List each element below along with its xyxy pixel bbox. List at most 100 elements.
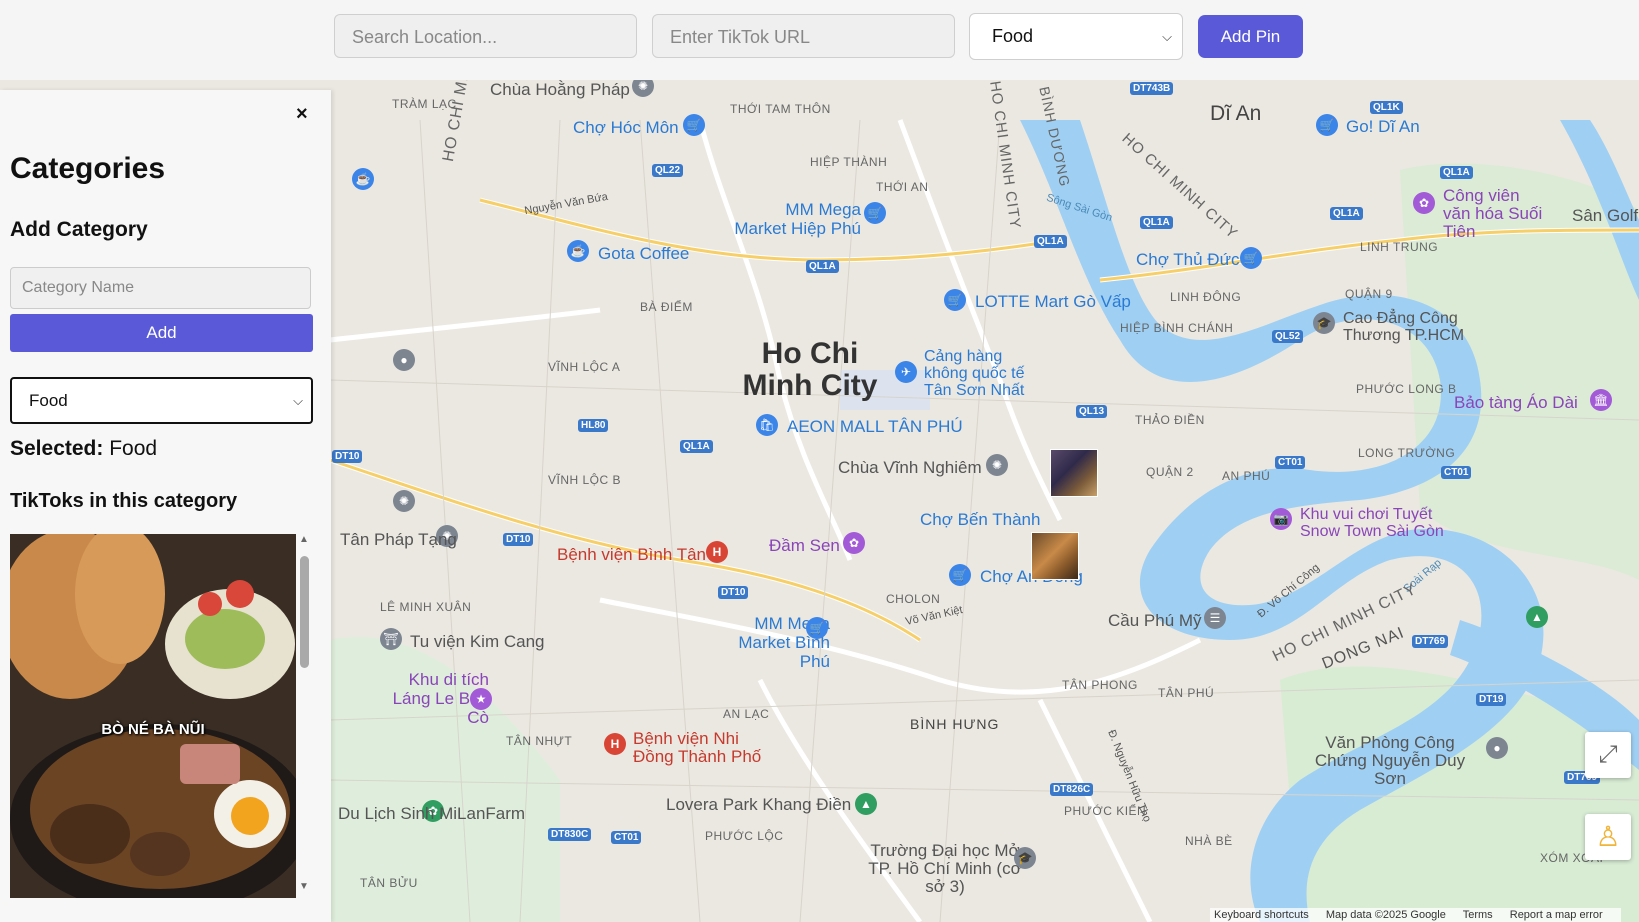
shopping-cart-icon[interactable]: 🛒 (1240, 247, 1262, 269)
search-location-input[interactable]: Search Location... (334, 14, 637, 58)
poi-label: Chợ Bến Thành (920, 510, 1041, 529)
selected-category: Selected: Food (10, 437, 157, 461)
road-shield: QL1A (1034, 235, 1067, 248)
poi-label: Cao Đẳng Công Thương TP.HCM (1343, 310, 1465, 344)
report-error-link[interactable]: Report a map error (1510, 909, 1603, 921)
tiktok-pin-thumbnail[interactable] (1050, 449, 1098, 497)
district-label: VĨNH LỘC A (548, 360, 621, 374)
fullscreen-toggle-icon[interactable]: ⤢ (1585, 732, 1631, 778)
district-label: NHÀ BÈ (1185, 834, 1233, 848)
park-icon[interactable]: ▲ (1526, 606, 1548, 628)
school-icon[interactable]: 🎓 (1014, 847, 1036, 869)
pegman-streetview-icon[interactable]: ♙ (1585, 814, 1631, 860)
shopping-cart-icon[interactable]: 🛒 (864, 202, 886, 224)
amusement-park-icon[interactable]: ✿ (1413, 192, 1435, 214)
poi-label: Khu vui chơi Tuyết Snow Town Sài Gòn (1300, 506, 1444, 540)
district-label: BÀ ĐIỂM (640, 300, 693, 314)
hospital-icon[interactable]: H (604, 733, 626, 755)
category-select-value: Food (29, 391, 68, 410)
shopping-cart-icon[interactable]: 🛒 (1316, 114, 1338, 136)
amusement-park-icon[interactable]: ✿ (843, 532, 865, 554)
district-label: TRÀM LẠC (392, 97, 457, 111)
road-shield: DT769 (1412, 635, 1449, 648)
poi-label: Sân Golf (1572, 206, 1639, 225)
poi-label: Gota Coffee (598, 244, 690, 263)
district-label: QUẬN 2 (1146, 465, 1194, 479)
school-icon[interactable]: 🎓 (1313, 312, 1335, 334)
shopping-cart-icon[interactable]: 🛒 (806, 617, 828, 639)
poi-label: Trường Đại học Mở TP. Hồ Chí Minh (cơ sở… (868, 841, 1022, 896)
district-label: TÂN PHÚ (1158, 686, 1215, 700)
monument-icon[interactable]: ★ (470, 688, 492, 710)
poi-label: Bệnh viện Bình Tân (557, 545, 707, 564)
tiktok-pin-thumbnail[interactable] (1031, 532, 1079, 580)
tiktok-video-card[interactable]: BÒ NÉ BÀ NŨI (10, 534, 296, 898)
district-label: QUẬN 9 (1345, 287, 1393, 301)
district-label: HIỆP BÌNH CHÁNH (1120, 321, 1234, 335)
add-category-button[interactable]: Add (10, 314, 313, 352)
poi-label: LOTTE Mart Gò Vấp (975, 292, 1131, 311)
category-name-input[interactable]: Category Name (10, 267, 311, 309)
road-shield: DT743B (1130, 82, 1174, 95)
district-label: VĨNH LỘC B (548, 473, 622, 487)
road-shield: HL80 (578, 419, 609, 432)
tiktok-video-frame (10, 534, 296, 898)
chevron-down-icon: ⌵ (293, 393, 303, 408)
poi-label: Du Lịch Sinh MiLanFarm (338, 804, 526, 823)
poi-label: MM Mega Market Hiệp Phú (734, 200, 861, 238)
park-icon[interactable]: ▲ (855, 793, 877, 815)
district-label: TÂN BỬU (360, 876, 418, 890)
tiktoks-heading: TikToks in this category (10, 490, 238, 512)
coffee-icon[interactable]: ☕ (352, 168, 374, 190)
add-category-heading: Add Category (10, 218, 148, 241)
keyboard-shortcuts-link[interactable]: Keyboard shortcuts (1214, 909, 1309, 921)
shopping-cart-icon[interactable]: 🛒 (949, 564, 971, 586)
hospital-icon[interactable]: H (706, 541, 728, 563)
poi-label: Chùa Vĩnh Nghiêm (838, 458, 982, 477)
road-shield: QL1A (1330, 207, 1363, 220)
place-icon[interactable]: ● (393, 349, 415, 371)
shopping-bag-icon[interactable]: 🛍 (756, 414, 778, 436)
bridge-icon[interactable]: ☰ (1204, 607, 1226, 629)
poi-label: Đầm Sen (769, 536, 840, 555)
poi-label: Lovera Park Khang Điền (666, 795, 852, 814)
categories-sidebar: × Categories Add Category Category Name … (0, 90, 331, 922)
scroll-up-arrow-icon[interactable]: ▲ (299, 534, 309, 545)
museum-icon[interactable]: 🏛 (1590, 389, 1612, 411)
poi-label: Văn Phòng Công Chứng Nguyễn Duy Sơn (1314, 733, 1466, 788)
terms-link[interactable]: Terms (1463, 909, 1493, 921)
district-label: CHOLON (886, 592, 941, 606)
scroll-down-arrow-icon[interactable]: ▼ (299, 881, 309, 892)
road-shield: DT10 (718, 586, 749, 599)
coffee-icon[interactable]: ☕ (567, 240, 589, 262)
district-label: THỚI TAM THÔN (730, 102, 831, 116)
road-shield: QL22 (652, 164, 684, 177)
shopping-cart-icon[interactable]: 🛒 (683, 114, 705, 136)
road-shield: DT10 (332, 450, 363, 463)
road-shield: DT826C (1050, 783, 1094, 796)
shopping-cart-icon[interactable]: 🛒 (944, 289, 966, 311)
selected-label: Selected: (10, 437, 104, 460)
scrollbar-thumb[interactable] (300, 556, 309, 668)
sidebar-title: Categories (10, 152, 166, 185)
pin-category-select[interactable]: Food ⌵ (969, 13, 1183, 60)
add-pin-button[interactable]: Add Pin (1198, 15, 1303, 58)
poi-label: Chợ Thủ Đức (1136, 250, 1240, 269)
pagoda-icon[interactable]: ✺ (986, 454, 1008, 476)
tiktok-url-input[interactable]: Enter TikTok URL (652, 14, 955, 58)
district-label: HIỆP THÀNH (810, 155, 888, 169)
poi-label: Chợ Hóc Môn (573, 118, 679, 137)
close-icon[interactable]: × (296, 103, 308, 126)
category-select[interactable]: Food ⌵ (10, 377, 313, 424)
camera-icon[interactable]: 📷 (1270, 508, 1292, 530)
monastery-icon[interactable]: ⛩ (380, 628, 402, 650)
poi-label: Tu viện Kim Cang (410, 632, 545, 651)
chevron-down-icon: ⌵ (1162, 29, 1172, 44)
airport-icon[interactable]: ✈ (895, 361, 917, 383)
tiktok-caption: BÒ NÉ BÀ NŨI (101, 721, 205, 738)
road-shield: CT01 (1275, 456, 1306, 469)
office-icon[interactable]: ● (1486, 737, 1508, 759)
poi-label: Cảng hàng không quốc tế Tân Sơn Nhất (924, 348, 1025, 399)
district-label: THẢO ĐIỀN (1135, 413, 1205, 427)
pagoda-icon[interactable]: ✺ (393, 490, 415, 512)
